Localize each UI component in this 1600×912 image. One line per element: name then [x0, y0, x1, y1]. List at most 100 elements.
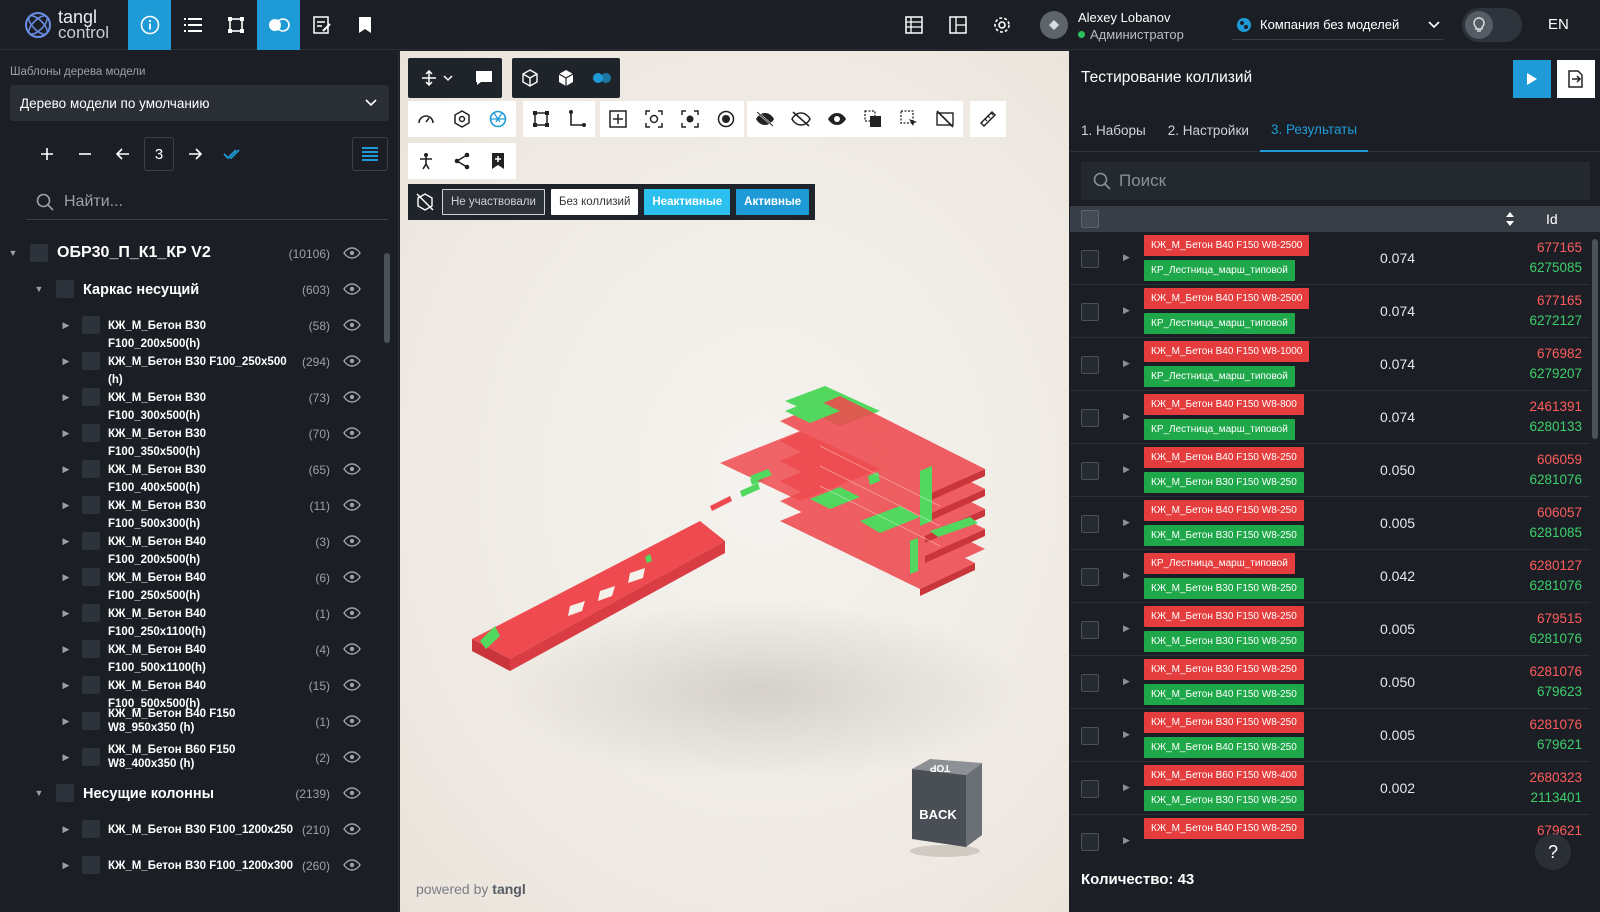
tree-node-checkbox[interactable]: [82, 568, 100, 586]
company-select[interactable]: Компания без моделей: [1232, 10, 1444, 40]
tree-node[interactable]: ▶ КЖ_М_Бетон В60 F150 W8_400x350 (h) (2): [0, 739, 382, 775]
tree-node-checkbox[interactable]: [82, 388, 100, 406]
tree-node-checkbox[interactable]: [56, 784, 74, 802]
caret-right-icon[interactable]: ▶: [61, 356, 71, 366]
row-checkbox[interactable]: [1081, 780, 1099, 798]
caret-right-icon[interactable]: ▶: [61, 536, 71, 546]
caret-down-icon[interactable]: ▼: [8, 248, 18, 258]
caret-right-icon[interactable]: ▶: [61, 680, 71, 690]
tree-node-checkbox[interactable]: [82, 352, 100, 370]
results-search-input[interactable]: Поиск: [1081, 162, 1590, 200]
level-input[interactable]: 3: [144, 137, 174, 171]
arrow-left-icon[interactable]: [106, 137, 140, 171]
clash-row[interactable]: ▶ КЖ_М_Бетон В40 F150 W8-2500 КР_Лестница_…: [1070, 285, 1590, 338]
caret-right-icon[interactable]: ▶: [61, 752, 71, 762]
eye-icon[interactable]: [342, 531, 362, 551]
expand-row-icon[interactable]: ▶: [1123, 782, 1130, 793]
view-cube-top[interactable]: TOP: [929, 762, 950, 773]
results-scrollbar[interactable]: [1592, 239, 1598, 859]
tree-node-checkbox[interactable]: [56, 280, 74, 298]
expand-row-icon[interactable]: ▶: [1123, 464, 1130, 475]
expand-row-icon[interactable]: ▶: [1123, 623, 1130, 634]
collapse-minus-icon[interactable]: [68, 137, 102, 171]
clash-button[interactable]: [257, 0, 300, 50]
help-button[interactable]: ?: [1535, 834, 1571, 870]
tree-node-checkbox[interactable]: [82, 820, 100, 838]
eye-icon[interactable]: [342, 567, 362, 587]
select-all-checkbox[interactable]: [1081, 210, 1099, 228]
row-checkbox[interactable]: [1081, 621, 1099, 639]
tree-node-checkbox[interactable]: [82, 460, 100, 478]
eye-icon[interactable]: [342, 603, 362, 623]
eye-icon[interactable]: [342, 855, 362, 875]
caret-right-icon[interactable]: ▶: [61, 644, 71, 654]
double-check-icon[interactable]: [216, 137, 250, 171]
caret-right-icon[interactable]: ▶: [61, 464, 71, 474]
expand-row-icon[interactable]: ▶: [1123, 517, 1130, 528]
eye-icon[interactable]: [342, 675, 362, 695]
caret-right-icon[interactable]: ▶: [61, 320, 71, 330]
info-button[interactable]: [128, 0, 171, 50]
tree-node-checkbox[interactable]: [82, 856, 100, 874]
tab-settings[interactable]: 2. Настройки: [1157, 109, 1260, 152]
clash-row[interactable]: ▶ КЖ_М_Бетон В40 F150 W8-1000 КР_Лестница_…: [1070, 338, 1590, 391]
caret-right-icon[interactable]: ▶: [61, 500, 71, 510]
eye-icon[interactable]: [342, 423, 362, 443]
tree-node[interactable]: ▶ КЖ_М_Бетон В30 F100_200x500(h) (58): [0, 307, 382, 350]
clash-row[interactable]: ▶ КЖ_М_Бетон В40 F150 W8-800 КР_Лестница_м…: [1070, 391, 1590, 444]
tree-node[interactable]: ▶ КЖ_М_Бетон В30 F100_1200x250 (210): [0, 811, 382, 847]
tree-node[interactable]: ▶ КЖ_М_Бетон В30 F100_250x500 (h) (294): [0, 343, 382, 386]
arrow-right-icon[interactable]: [178, 137, 212, 171]
clash-row[interactable]: ▶ КЖ_М_Бетон В30 F150 W8-250 КЖ_М_Бетон В4…: [1070, 709, 1590, 762]
tree-node-checkbox[interactable]: [82, 316, 100, 334]
eye-icon[interactable]: [342, 747, 362, 767]
clash-row[interactable]: ▶ КЖ_М_Бетон В30 F150 W8-250 КЖ_М_Бетон В3…: [1070, 603, 1590, 656]
expand-row-icon[interactable]: ▶: [1123, 252, 1130, 263]
tree-node-checkbox[interactable]: [82, 640, 100, 658]
tab-results[interactable]: 3. Результаты: [1259, 109, 1369, 152]
expand-row-icon[interactable]: ▶: [1123, 570, 1130, 581]
app-logo[interactable]: tangl control: [0, 0, 128, 49]
eye-icon[interactable]: [342, 279, 362, 299]
frame-icon[interactable]: [214, 0, 257, 50]
expand-row-icon[interactable]: ▶: [1123, 835, 1130, 846]
row-checkbox[interactable]: [1081, 674, 1099, 692]
caret-right-icon[interactable]: ▶: [61, 716, 71, 726]
caret-right-icon[interactable]: ▶: [61, 824, 71, 834]
list-view-button[interactable]: [352, 137, 388, 171]
view-cube[interactable]: TOP BACK: [900, 751, 990, 861]
row-checkbox[interactable]: [1081, 568, 1099, 586]
tree-node[interactable]: ▶ КЖ_М_Бетон В40 F100_200x500(h) (3): [0, 523, 382, 566]
view-cube-back[interactable]: BACK: [919, 807, 957, 822]
clash-row[interactable]: ▶ КЖ_М_Бетон В40 F150 W8-2500 КР_Лестница_…: [1070, 232, 1590, 285]
eye-icon[interactable]: [342, 387, 362, 407]
run-button[interactable]: [1513, 60, 1551, 98]
tree-node[interactable]: ▶ КЖ_М_Бетон В40 F150 W8_950x350 (h) (1): [0, 703, 382, 739]
eye-icon[interactable]: [342, 495, 362, 515]
expand-plus-icon[interactable]: [30, 137, 64, 171]
row-checkbox[interactable]: [1081, 356, 1099, 374]
row-checkbox[interactable]: [1081, 727, 1099, 745]
row-checkbox[interactable]: [1081, 515, 1099, 533]
eye-icon[interactable]: [342, 351, 362, 371]
theme-toggle[interactable]: [1462, 8, 1522, 42]
language-switch[interactable]: EN: [1548, 16, 1569, 33]
clash-row[interactable]: ▶ КР_Лестница_марш_типовой КЖ_М_Бетон В30 …: [1070, 550, 1590, 603]
tree-scrollbar[interactable]: [384, 243, 390, 893]
clash-row[interactable]: ▶ КЖ_М_Бетон В40 F150 W8-250 679621: [1070, 815, 1590, 862]
tree-node-checkbox[interactable]: [82, 712, 100, 730]
expand-row-icon[interactable]: ▶: [1123, 411, 1130, 422]
tree-node[interactable]: ▶ КЖ_М_Бетон В30 F100_500x300(h) (11): [0, 487, 382, 530]
sheet-icon[interactable]: [892, 0, 936, 50]
eye-icon[interactable]: [342, 459, 362, 479]
clash-row[interactable]: ▶ КЖ_М_Бетон В60 F150 W8-400 КЖ_М_Бетон В3…: [1070, 762, 1590, 815]
tree-node[interactable]: ▼ Несущие колонны (2139): [0, 775, 382, 811]
edit-icon[interactable]: [300, 0, 343, 50]
row-checkbox[interactable]: [1081, 250, 1099, 268]
clash-row[interactable]: ▶ КЖ_М_Бетон В30 F150 W8-250 КЖ_М_Бетон В4…: [1070, 656, 1590, 709]
id-column-header[interactable]: Id: [1546, 211, 1558, 227]
caret-down-icon[interactable]: ▼: [34, 284, 44, 294]
tree-node[interactable]: ▼ Каркас несущий (603): [0, 271, 382, 307]
export-button[interactable]: [1557, 60, 1595, 98]
clash-row[interactable]: ▶ КЖ_М_Бетон В40 F150 W8-250 КЖ_М_Бетон В3…: [1070, 497, 1590, 550]
